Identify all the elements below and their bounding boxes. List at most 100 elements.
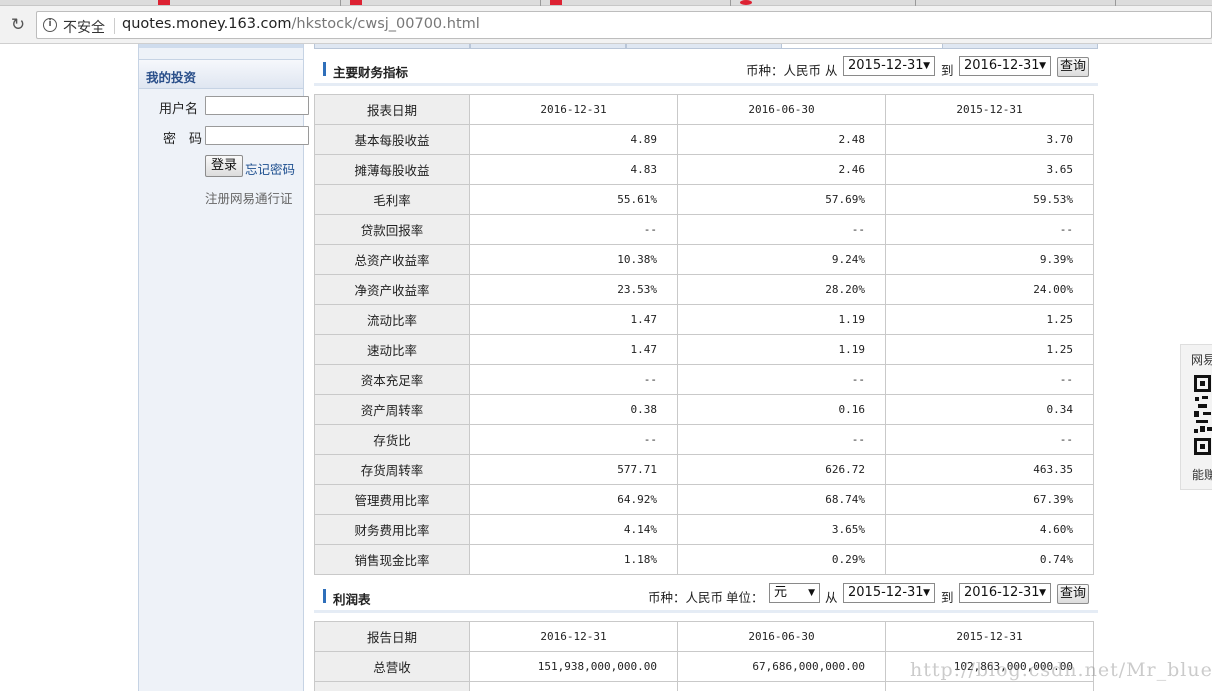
header-date-cell: 2015-12-31 — [885, 621, 1094, 652]
value-cell: 577.71 — [469, 454, 678, 485]
qr-code-icon — [1194, 375, 1212, 455]
chevron-down-icon: ▼ — [1039, 588, 1046, 598]
value-cell: 1.18% — [469, 544, 678, 575]
value-cell: 626.72 — [677, 454, 886, 485]
qr-floating-panel[interactable]: 网易 能赚 — [1180, 344, 1212, 490]
row-label-cell: 管理费用比率 — [314, 484, 470, 515]
address-bar[interactable]: i 不安全 quotes.money.163.com/hkstock/cwsj_… — [36, 11, 1212, 39]
watermark-text: http://blog.csdn.net/Mr_blueD — [910, 659, 1212, 681]
unit-select[interactable]: 元 ▼ — [769, 583, 820, 603]
value-cell: 3.65 — [885, 154, 1094, 185]
value-cell: 4.60% — [885, 514, 1094, 545]
row-label-cell: 存货比 — [314, 424, 470, 455]
sidebar-top-bar — [139, 44, 303, 48]
section-tab[interactable] — [470, 44, 626, 48]
tab-favicon[interactable] — [158, 0, 170, 5]
to-date-value: 2016-12-31 — [964, 585, 1040, 600]
address-divider — [114, 18, 115, 34]
section-marker — [323, 62, 326, 76]
table-row: 总资产收益率 10.38% 9.24% 9.39% — [314, 244, 1094, 275]
url-text[interactable]: quotes.money.163.com/hkstock/cwsj_00700.… — [122, 16, 480, 32]
chevron-down-icon: ▼ — [923, 588, 930, 598]
header-label-cell: 报告日期 — [314, 621, 470, 652]
value-cell: 2.48 — [677, 124, 886, 155]
row-label-cell: 总营收 — [314, 651, 470, 682]
value-cell: 1.19 — [677, 334, 886, 365]
tab-favicon[interactable] — [740, 0, 752, 5]
income-section-header: 利润表 币种：人民币 单位： 元 ▼ 从 2015-12-31 ▼ 到 2016-1… — [314, 583, 1098, 613]
value-cell: -- — [677, 214, 886, 245]
value-cell: 0.29% — [677, 544, 886, 575]
value-cell — [469, 681, 678, 691]
password-input[interactable] — [205, 126, 309, 145]
value-cell: 9.39% — [885, 244, 1094, 275]
value-cell: 3.65% — [677, 514, 886, 545]
to-date-select[interactable]: 2016-12-31 ▼ — [959, 56, 1051, 76]
section-tab[interactable] — [314, 44, 470, 48]
value-cell: -- — [885, 214, 1094, 245]
section-tabs — [314, 44, 1098, 49]
login-button[interactable]: 登录 — [205, 155, 244, 177]
table-row: 资本充足率 -- -- -- — [314, 364, 1094, 395]
value-cell: 9.24% — [677, 244, 886, 275]
currency-label: 币种：人民币 — [648, 590, 724, 605]
table-row: 存货比 -- -- -- — [314, 424, 1094, 455]
query-button[interactable]: 查询 — [1057, 57, 1090, 77]
indicators-table: 报表日期 2016-12-31 2016-06-30 2015-12-31 基本每股收益… — [314, 94, 1094, 575]
value-cell: 1.25 — [885, 334, 1094, 365]
header-date-cell: 2015-12-31 — [885, 94, 1094, 125]
table-row — [314, 681, 1094, 691]
row-label-cell: 贷款回报率 — [314, 214, 470, 245]
to-date-select[interactable]: 2016-12-31 ▼ — [959, 583, 1051, 603]
header-date-cell: 2016-12-31 — [469, 94, 678, 125]
username-label: 用户名 — [159, 102, 199, 117]
from-date-select[interactable]: 2015-12-31 ▼ — [843, 56, 935, 76]
tab-favicon[interactable] — [350, 0, 362, 5]
value-cell: 23.53% — [469, 274, 678, 305]
forgot-password-link[interactable]: 忘记密码 — [245, 159, 295, 178]
browser-toolbar: ↻ i 不安全 quotes.money.163.com/hkstock/cws… — [0, 6, 1212, 44]
table-row: 存货周转率 577.71 626.72 463.35 — [314, 454, 1094, 485]
value-cell: 1.47 — [469, 334, 678, 365]
value-cell: 57.69% — [677, 184, 886, 215]
value-cell: 0.34 — [885, 394, 1094, 425]
section-tab[interactable] — [942, 44, 1098, 48]
table-row: 基本每股收益 4.89 2.48 3.70 — [314, 124, 1094, 155]
query-button[interactable]: 查询 — [1057, 584, 1090, 604]
from-label: 从 — [825, 590, 838, 605]
value-cell: 1.25 — [885, 304, 1094, 335]
value-cell: -- — [677, 364, 886, 395]
value-cell — [677, 681, 886, 691]
row-label-cell: 摊薄每股收益 — [314, 154, 470, 185]
value-cell: 0.16 — [677, 394, 886, 425]
to-date-value: 2016-12-31 — [964, 58, 1040, 73]
from-date-value: 2015-12-31 — [848, 58, 924, 73]
income-title: 利润表 — [333, 592, 371, 607]
value-cell: 10.38% — [469, 244, 678, 275]
table-row: 净资产收益率 23.53% 28.20% 24.00% — [314, 274, 1094, 305]
register-link[interactable]: 注册网易通行证 — [205, 188, 293, 207]
from-date-select[interactable]: 2015-12-31 ▼ — [843, 583, 935, 603]
from-date-value: 2015-12-31 — [848, 585, 924, 600]
table-row: 销售现金比率 1.18% 0.29% 0.74% — [314, 544, 1094, 575]
header-date-cell: 2016-06-30 — [677, 621, 886, 652]
from-label: 从 — [825, 63, 838, 78]
username-input[interactable] — [205, 96, 309, 115]
value-cell: 24.00% — [885, 274, 1094, 305]
floater-top-text: 网易 — [1191, 353, 1212, 367]
sidebar-header: 我的投资 — [139, 59, 303, 89]
header-date-cell: 2016-06-30 — [677, 94, 886, 125]
info-icon[interactable]: i — [43, 18, 57, 32]
tab-favicon[interactable] — [550, 0, 562, 5]
reload-icon[interactable]: ↻ — [8, 15, 28, 35]
value-cell: 1.47 — [469, 304, 678, 335]
section-tab[interactable] — [626, 44, 782, 48]
chevron-down-icon: ▼ — [1039, 61, 1046, 71]
chevron-down-icon: ▼ — [923, 61, 930, 71]
value-cell: 67,686,000,000.00 — [677, 651, 886, 682]
value-cell: 4.89 — [469, 124, 678, 155]
indicators-title: 主要财务指标 — [333, 65, 409, 80]
chevron-down-icon: ▼ — [808, 588, 815, 598]
url-path: /hkstock/cwsj_00700.html — [291, 16, 480, 32]
security-label[interactable]: 不安全 — [63, 17, 105, 37]
